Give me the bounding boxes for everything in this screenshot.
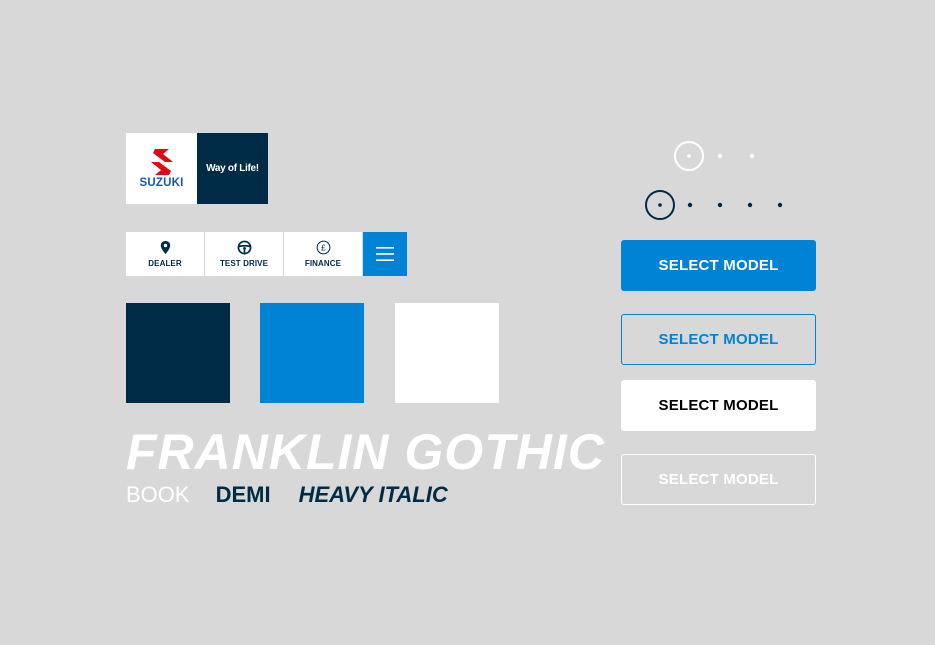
nav-item-label: DEALER [148,259,182,268]
nav-item-label: TEST DRIVE [219,259,269,268]
pagination-dot-active-center [687,154,691,158]
tagline-text: Way of Life! [206,163,259,174]
font-weights-row: BOOK DEMI HEAVY ITALIC [126,482,448,508]
select-model-button-outline[interactable]: SELECT MODEL [621,314,816,365]
pagination-dot[interactable] [777,202,783,208]
nav-item-test-drive[interactable]: TEST DRIVE [205,232,284,276]
swatch-white [395,303,499,403]
pagination-dots-light [674,141,755,171]
hamburger-menu-icon [376,247,394,261]
weight-book: BOOK [126,482,190,507]
pagination-dot[interactable] [687,202,693,208]
weight-demi: DEMI [215,482,271,507]
steering-wheel-icon [237,240,251,255]
pagination-dot-active-center [658,203,662,207]
svg-text:£: £ [321,243,326,253]
pagination-dot[interactable] [747,202,753,208]
pagination-dots-dark [645,190,783,220]
select-model-button-ghost[interactable]: SELECT MODEL [621,454,816,505]
suzuki-s-mark-icon [150,148,173,175]
map-pin-icon [160,240,170,255]
select-model-button-primary[interactable]: SELECT MODEL [621,240,816,291]
brand-wordmark: SUZUKI [139,176,184,189]
nav-item-dealer[interactable]: DEALER [126,232,205,276]
pound-icon: £ [316,240,330,255]
pagination-dot[interactable] [717,153,723,159]
menu-button[interactable] [363,232,407,276]
swatch-blue [260,303,364,403]
pagination-dot[interactable] [749,153,755,159]
swatch-navy [126,303,230,403]
pagination-dot[interactable] [717,202,723,208]
font-family-title: FRANKLIN GOTHIC [126,424,605,480]
quick-nav-bar: DEALER TEST DRIVE £ FINANCE [126,232,407,276]
select-model-button-white[interactable]: SELECT MODEL [621,380,816,431]
logo-brand-panel: SUZUKI [126,133,197,204]
tagline-panel: Way of Life! [197,133,268,204]
suzuki-logo-block: SUZUKI Way of Life! [126,133,268,204]
nav-item-finance[interactable]: £ FINANCE [284,232,363,276]
nav-item-label: FINANCE [304,259,342,268]
weight-heavy-italic: HEAVY ITALIC [298,482,448,507]
